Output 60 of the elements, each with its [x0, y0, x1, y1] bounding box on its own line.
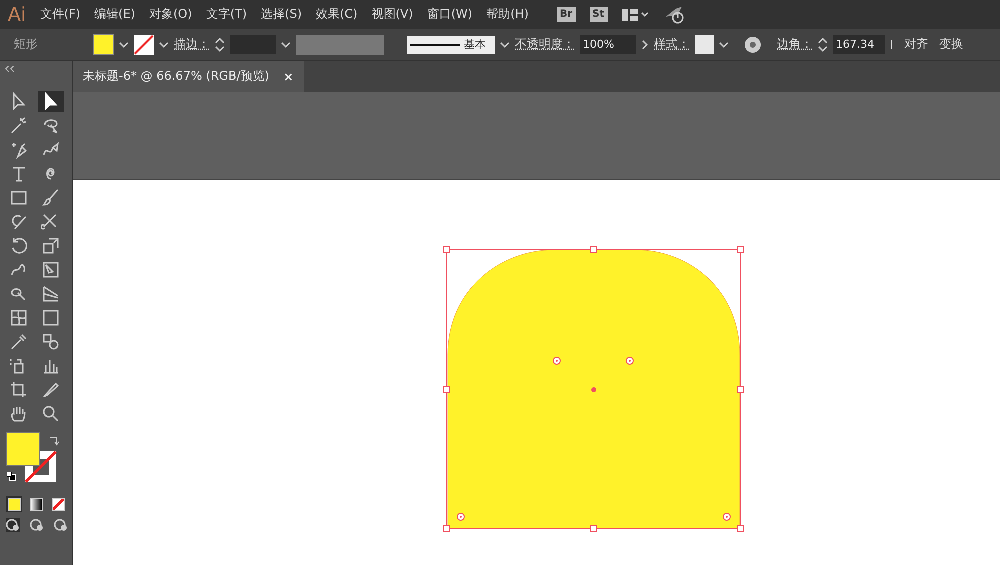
- menu-item[interactable]: 文件(F): [40, 6, 81, 24]
- menu-item[interactable]: 效果(C): [316, 6, 358, 24]
- gradient-mode-button[interactable]: [28, 496, 44, 512]
- tool-icon: [9, 116, 29, 136]
- opacity-label: 不透明度：: [515, 36, 575, 54]
- draw-mode-icon[interactable]: [54, 518, 68, 532]
- tool-icon: [9, 380, 29, 400]
- chevron-icon[interactable]: [119, 40, 129, 49]
- variable-width-field[interactable]: [296, 34, 384, 55]
- collapse-icon[interactable]: [4, 66, 16, 72]
- chevron-icon[interactable]: [719, 40, 729, 49]
- style-label: 样式：: [654, 36, 690, 54]
- fill-swatch[interactable]: [93, 34, 114, 56]
- tool-icon: [9, 308, 29, 328]
- cursor-mark: I: [890, 38, 894, 52]
- menu-item[interactable]: 帮助(H): [486, 6, 529, 24]
- menu-item[interactable]: 视图(V): [372, 6, 414, 24]
- menu-item[interactable]: 编辑(E): [94, 6, 136, 24]
- opacity-field[interactable]: 100%: [580, 35, 636, 54]
- no-stroke-swatch-icon[interactable]: [134, 34, 154, 55]
- color-mode-button[interactable]: [6, 496, 22, 512]
- app-badge[interactable]: St: [590, 7, 608, 22]
- style-swatch[interactable]: [695, 35, 714, 54]
- align-button[interactable]: 对齐: [904, 36, 929, 54]
- tool-icon: [41, 188, 61, 208]
- app-badge[interactable]: Br: [556, 7, 576, 22]
- object-type-label: 矩形: [14, 36, 38, 54]
- tool-icon: [9, 332, 29, 352]
- tool-button[interactable]: [38, 91, 64, 112]
- corner-radius-field[interactable]: 167.34: [833, 35, 885, 54]
- tool-icon: [41, 332, 61, 352]
- fill-color-swatch[interactable]: [6, 432, 40, 466]
- draw-mode-icon[interactable]: [30, 518, 44, 532]
- tool-icon: [41, 236, 61, 256]
- menu-item[interactable]: 窗口(W): [427, 6, 473, 24]
- tool-icon: [41, 404, 61, 424]
- app-logo[interactable]: Ai: [8, 4, 26, 26]
- document-tab[interactable]: 未标题-6* @ 66.67% (RGB/预览) ×: [73, 61, 304, 92]
- none-mode-button[interactable]: [50, 496, 66, 512]
- draw-mode-icon[interactable]: [6, 518, 20, 532]
- default-colors-icon[interactable]: [7, 472, 17, 482]
- tool-icon: [41, 308, 61, 328]
- layout-icon[interactable]: [622, 8, 650, 22]
- menu-item[interactable]: 对象(O): [150, 6, 192, 24]
- center-point: [592, 388, 596, 392]
- menu-item[interactable]: 文字(T): [206, 6, 248, 24]
- stepper-icon[interactable]: [215, 36, 225, 53]
- stroke-profile-dropdown[interactable]: 基本: [407, 36, 495, 54]
- chevron-icon[interactable]: [500, 40, 510, 49]
- chevron-icon[interactable]: [641, 40, 649, 50]
- menu-item[interactable]: 选择(S): [261, 6, 302, 24]
- corner-label: 边角：: [777, 36, 813, 54]
- close-tab-button[interactable]: ×: [283, 70, 294, 84]
- tool-icon: [41, 260, 61, 280]
- tool-icon: [41, 284, 61, 304]
- chevron-icon[interactable]: [281, 40, 291, 49]
- chevron-icon[interactable]: [159, 40, 169, 49]
- stepper-icon[interactable]: [818, 36, 828, 53]
- stroke-label: 描边：: [174, 36, 210, 54]
- transform-button[interactable]: 变换: [940, 36, 964, 54]
